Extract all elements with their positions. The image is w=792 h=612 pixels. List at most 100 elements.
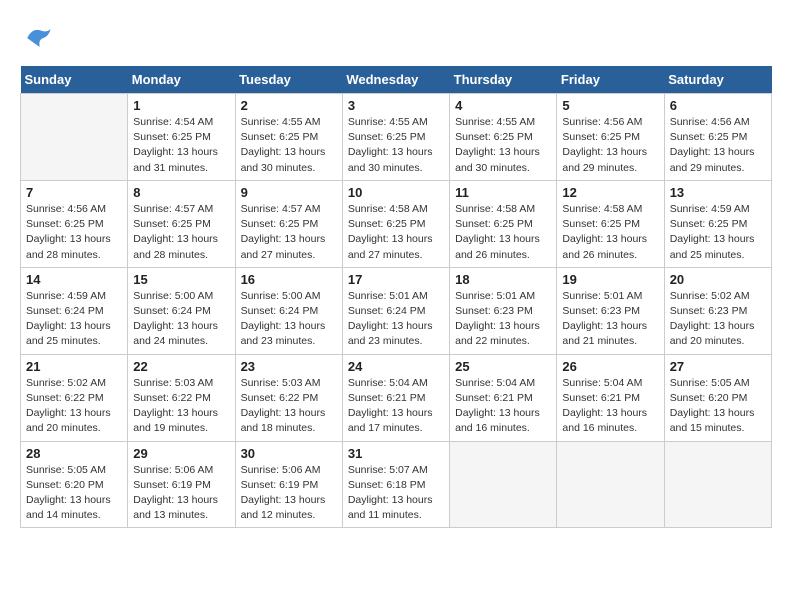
calendar-cell: 7 Sunrise: 4:56 AM Sunset: 6:25 PM Daylig… bbox=[21, 180, 128, 267]
calendar-cell: 26 Sunrise: 5:04 AM Sunset: 6:21 PM Dayli… bbox=[557, 354, 664, 441]
calendar-cell: 14Sunrise: 4:59 AM Sunset: 6:24 PM Dayli… bbox=[21, 267, 128, 354]
day-number: 25 bbox=[455, 359, 551, 374]
day-info: Sunrise: 5:04 AM Sunset: 6:21 PM Dayligh… bbox=[562, 376, 658, 437]
day-number: 3 bbox=[348, 98, 444, 113]
day-number: 15 bbox=[133, 272, 229, 287]
day-info: Sunrise: 5:06 AM Sunset: 6:19 PM Dayligh… bbox=[133, 463, 229, 524]
day-info: Sunrise: 5:05 AM Sunset: 6:20 PM Dayligh… bbox=[670, 376, 766, 437]
logo-icon bbox=[20, 20, 56, 56]
day-number: 18 bbox=[455, 272, 551, 287]
calendar-week-row: 21Sunrise: 5:02 AM Sunset: 6:22 PM Dayli… bbox=[21, 354, 772, 441]
weekday-header: Monday bbox=[128, 66, 235, 94]
calendar-cell: 24 Sunrise: 5:04 AM Sunset: 6:21 PM Dayli… bbox=[342, 354, 449, 441]
day-info: Sunrise: 5:01 AM Sunset: 6:24 PM Dayligh… bbox=[348, 289, 444, 350]
day-info: Sunrise: 4:56 AM Sunset: 6:25 PM Dayligh… bbox=[26, 202, 122, 263]
calendar-cell: 20 Sunrise: 5:02 AM Sunset: 6:23 PM Dayli… bbox=[664, 267, 771, 354]
calendar-table: SundayMondayTuesdayWednesdayThursdayFrid… bbox=[20, 66, 772, 528]
day-info: Sunrise: 5:06 AM Sunset: 6:19 PM Dayligh… bbox=[241, 463, 337, 524]
calendar-cell: 27 Sunrise: 5:05 AM Sunset: 6:20 PM Dayli… bbox=[664, 354, 771, 441]
day-number: 2 bbox=[241, 98, 337, 113]
calendar-cell: 11 Sunrise: 4:58 AM Sunset: 6:25 PM Dayli… bbox=[450, 180, 557, 267]
day-number: 10 bbox=[348, 185, 444, 200]
day-info: Sunrise: 5:03 AM Sunset: 6:22 PM Dayligh… bbox=[241, 376, 337, 437]
calendar-cell: 1Sunrise: 4:54 AM Sunset: 6:25 PM Daylig… bbox=[128, 94, 235, 181]
calendar-cell: 10 Sunrise: 4:58 AM Sunset: 6:25 PM Dayli… bbox=[342, 180, 449, 267]
day-info: Sunrise: 5:02 AM Sunset: 6:23 PM Dayligh… bbox=[670, 289, 766, 350]
day-number: 9 bbox=[241, 185, 337, 200]
day-number: 4 bbox=[455, 98, 551, 113]
weekday-header: Saturday bbox=[664, 66, 771, 94]
day-number: 29 bbox=[133, 446, 229, 461]
calendar-week-row: 14Sunrise: 4:59 AM Sunset: 6:24 PM Dayli… bbox=[21, 267, 772, 354]
calendar-cell: 31 Sunrise: 5:07 AM Sunset: 6:18 PM Dayli… bbox=[342, 441, 449, 528]
weekday-header: Friday bbox=[557, 66, 664, 94]
calendar-cell: 12 Sunrise: 4:58 AM Sunset: 6:25 PM Dayli… bbox=[557, 180, 664, 267]
day-number: 19 bbox=[562, 272, 658, 287]
day-number: 11 bbox=[455, 185, 551, 200]
calendar-cell: 21Sunrise: 5:02 AM Sunset: 6:22 PM Dayli… bbox=[21, 354, 128, 441]
day-number: 16 bbox=[241, 272, 337, 287]
day-number: 13 bbox=[670, 185, 766, 200]
day-number: 12 bbox=[562, 185, 658, 200]
day-info: Sunrise: 4:57 AM Sunset: 6:25 PM Dayligh… bbox=[241, 202, 337, 263]
day-number: 17 bbox=[348, 272, 444, 287]
calendar-cell bbox=[450, 441, 557, 528]
day-info: Sunrise: 5:04 AM Sunset: 6:21 PM Dayligh… bbox=[455, 376, 551, 437]
calendar-cell: 17 Sunrise: 5:01 AM Sunset: 6:24 PM Dayli… bbox=[342, 267, 449, 354]
weekday-header: Wednesday bbox=[342, 66, 449, 94]
day-info: Sunrise: 5:00 AM Sunset: 6:24 PM Dayligh… bbox=[241, 289, 337, 350]
calendar-cell: 16 Sunrise: 5:00 AM Sunset: 6:24 PM Dayli… bbox=[235, 267, 342, 354]
day-number: 24 bbox=[348, 359, 444, 374]
calendar-cell: 18 Sunrise: 5:01 AM Sunset: 6:23 PM Dayli… bbox=[450, 267, 557, 354]
day-number: 31 bbox=[348, 446, 444, 461]
day-number: 8 bbox=[133, 185, 229, 200]
day-number: 14 bbox=[26, 272, 122, 287]
day-number: 23 bbox=[241, 359, 337, 374]
calendar-cell: 28 Sunrise: 5:05 AM Sunset: 6:20 PM Dayli… bbox=[21, 441, 128, 528]
calendar-cell: 30Sunrise: 5:06 AM Sunset: 6:19 PM Dayli… bbox=[235, 441, 342, 528]
day-info: Sunrise: 4:56 AM Sunset: 6:25 PM Dayligh… bbox=[562, 115, 658, 176]
calendar-cell: 22Sunrise: 5:03 AM Sunset: 6:22 PM Dayli… bbox=[128, 354, 235, 441]
weekday-header: Thursday bbox=[450, 66, 557, 94]
calendar-cell: 5 Sunrise: 4:56 AM Sunset: 6:25 PM Daylig… bbox=[557, 94, 664, 181]
day-number: 21 bbox=[26, 359, 122, 374]
day-info: Sunrise: 4:58 AM Sunset: 6:25 PM Dayligh… bbox=[455, 202, 551, 263]
calendar-cell: 8 Sunrise: 4:57 AM Sunset: 6:25 PM Daylig… bbox=[128, 180, 235, 267]
weekday-header-row: SundayMondayTuesdayWednesdayThursdayFrid… bbox=[21, 66, 772, 94]
day-number: 20 bbox=[670, 272, 766, 287]
calendar-week-row: 7 Sunrise: 4:56 AM Sunset: 6:25 PM Daylig… bbox=[21, 180, 772, 267]
calendar-cell: 9 Sunrise: 4:57 AM Sunset: 6:25 PM Daylig… bbox=[235, 180, 342, 267]
day-number: 26 bbox=[562, 359, 658, 374]
calendar-cell: 6Sunrise: 4:56 AM Sunset: 6:25 PM Daylig… bbox=[664, 94, 771, 181]
day-info: Sunrise: 5:05 AM Sunset: 6:20 PM Dayligh… bbox=[26, 463, 122, 524]
day-number: 28 bbox=[26, 446, 122, 461]
calendar-cell bbox=[664, 441, 771, 528]
logo bbox=[20, 20, 60, 56]
calendar-cell: 13Sunrise: 4:59 AM Sunset: 6:25 PM Dayli… bbox=[664, 180, 771, 267]
day-info: Sunrise: 4:56 AM Sunset: 6:25 PM Dayligh… bbox=[670, 115, 766, 176]
day-info: Sunrise: 4:57 AM Sunset: 6:25 PM Dayligh… bbox=[133, 202, 229, 263]
day-info: Sunrise: 4:55 AM Sunset: 6:25 PM Dayligh… bbox=[348, 115, 444, 176]
day-number: 1 bbox=[133, 98, 229, 113]
calendar-cell: 25 Sunrise: 5:04 AM Sunset: 6:21 PM Dayli… bbox=[450, 354, 557, 441]
day-number: 7 bbox=[26, 185, 122, 200]
calendar-cell: 29 Sunrise: 5:06 AM Sunset: 6:19 PM Dayli… bbox=[128, 441, 235, 528]
day-number: 5 bbox=[562, 98, 658, 113]
weekday-header: Tuesday bbox=[235, 66, 342, 94]
calendar-cell: 2 Sunrise: 4:55 AM Sunset: 6:25 PM Daylig… bbox=[235, 94, 342, 181]
calendar-cell bbox=[557, 441, 664, 528]
day-info: Sunrise: 4:58 AM Sunset: 6:25 PM Dayligh… bbox=[562, 202, 658, 263]
calendar-cell: 19Sunrise: 5:01 AM Sunset: 6:23 PM Dayli… bbox=[557, 267, 664, 354]
day-info: Sunrise: 5:07 AM Sunset: 6:18 PM Dayligh… bbox=[348, 463, 444, 524]
weekday-header: Sunday bbox=[21, 66, 128, 94]
day-info: Sunrise: 4:55 AM Sunset: 6:25 PM Dayligh… bbox=[241, 115, 337, 176]
day-info: Sunrise: 5:04 AM Sunset: 6:21 PM Dayligh… bbox=[348, 376, 444, 437]
calendar-week-row: 1Sunrise: 4:54 AM Sunset: 6:25 PM Daylig… bbox=[21, 94, 772, 181]
day-number: 27 bbox=[670, 359, 766, 374]
calendar-cell bbox=[21, 94, 128, 181]
day-info: Sunrise: 5:01 AM Sunset: 6:23 PM Dayligh… bbox=[455, 289, 551, 350]
page-header bbox=[20, 20, 772, 56]
day-info: Sunrise: 5:00 AM Sunset: 6:24 PM Dayligh… bbox=[133, 289, 229, 350]
calendar-cell: 23 Sunrise: 5:03 AM Sunset: 6:22 PM Dayli… bbox=[235, 354, 342, 441]
day-info: Sunrise: 4:58 AM Sunset: 6:25 PM Dayligh… bbox=[348, 202, 444, 263]
